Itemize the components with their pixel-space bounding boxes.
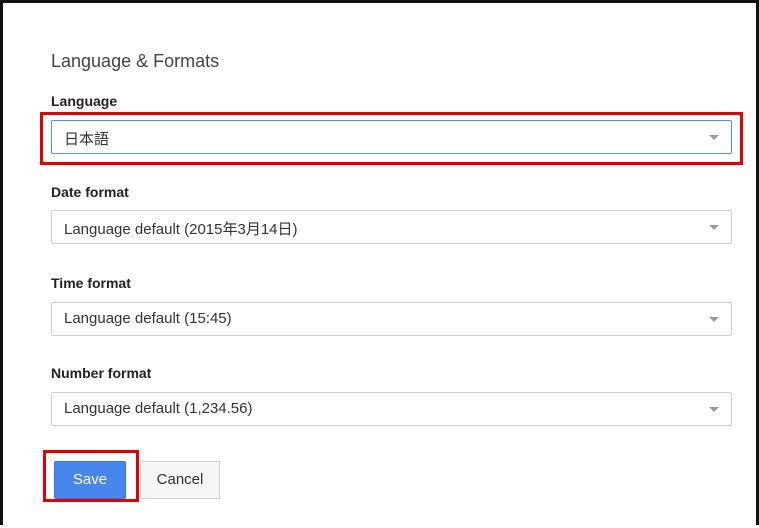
number-format-select[interactable]: Language default (1,234.56) bbox=[51, 392, 732, 426]
number-format-select-value: Language default (1,234.56) bbox=[64, 400, 253, 417]
language-label: Language bbox=[51, 93, 118, 109]
time-format-label: Time format bbox=[51, 275, 131, 291]
chevron-down-icon bbox=[709, 407, 719, 412]
chevron-down-icon bbox=[709, 225, 719, 230]
time-format-select-value: Language default (15:45) bbox=[64, 310, 232, 327]
date-format-select-value: Language default (2015年3月14日) bbox=[64, 221, 298, 238]
date-format-select[interactable]: Language default (2015年3月14日) bbox=[51, 210, 732, 244]
language-highlight-box bbox=[40, 112, 743, 165]
time-format-select[interactable]: Language default (15:45) bbox=[51, 302, 732, 336]
number-format-label: Number format bbox=[51, 365, 152, 381]
save-highlight-box bbox=[43, 450, 139, 502]
panel-title: Language & Formats bbox=[51, 51, 220, 71]
settings-panel: Language & Formats Language 日本語 Date for… bbox=[0, 0, 759, 525]
date-format-label: Date format bbox=[51, 184, 129, 200]
cancel-button[interactable]: Cancel bbox=[140, 461, 220, 499]
chevron-down-icon bbox=[709, 317, 719, 322]
